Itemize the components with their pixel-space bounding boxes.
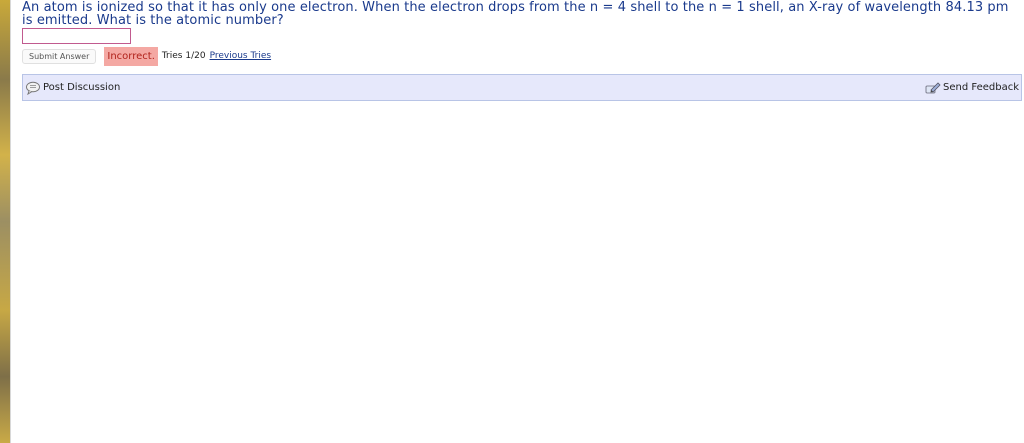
discussion-bar: Post Discussion Send Feedback xyxy=(22,74,1022,101)
submission-row: Submit Answer Incorrect. Tries 1/20 Prev… xyxy=(22,46,271,66)
post-discussion-label: Post Discussion xyxy=(43,82,121,93)
speech-bubble-icon xyxy=(25,81,41,95)
previous-tries-link[interactable]: Previous Tries xyxy=(210,51,272,61)
send-feedback-link[interactable]: Send Feedback xyxy=(925,81,1019,95)
problem-content: An atom is ionized so that it has only o… xyxy=(22,0,1022,101)
question-text: An atom is ionized so that it has only o… xyxy=(22,0,1009,28)
answer-input[interactable] xyxy=(22,28,131,44)
pen-feedback-icon xyxy=(925,81,941,95)
send-feedback-label: Send Feedback xyxy=(943,82,1019,93)
status-badge: Incorrect. xyxy=(104,46,158,66)
tries-counter: Tries 1/20 xyxy=(161,51,206,61)
submit-answer-button[interactable]: Submit Answer xyxy=(22,48,97,64)
post-discussion-link[interactable]: Post Discussion xyxy=(25,81,120,95)
left-background-strip xyxy=(0,0,11,443)
